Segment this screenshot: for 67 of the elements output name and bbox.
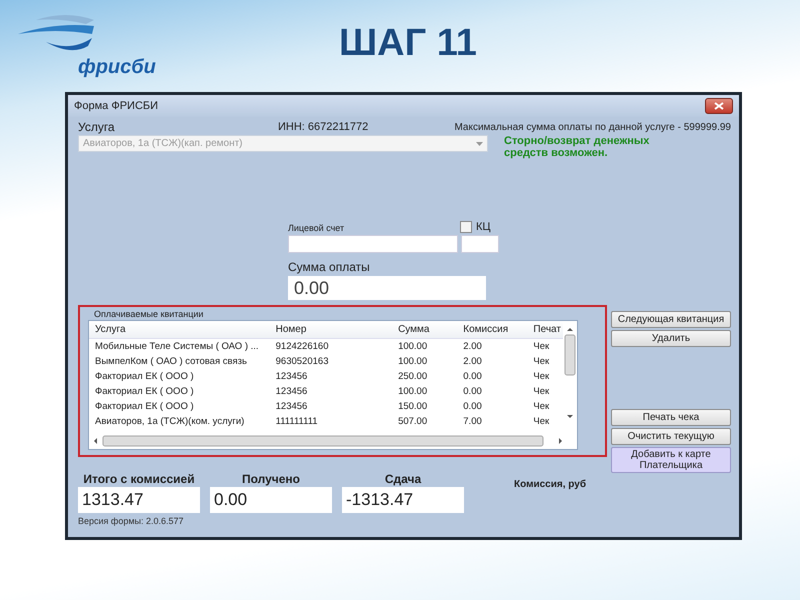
total-label: Получено — [242, 473, 300, 486]
commission-label: Комиссия, руб — [514, 479, 586, 490]
field-label: Лицевой счет — [288, 223, 346, 233]
table-cell-text: Чек — [532, 356, 550, 367]
slide-title: ШАГ 11 — [339, 22, 477, 65]
table-cell-text: Авиаторов, 1а (ТСЖ)(ком. услуги) — [94, 416, 246, 427]
table-cell-text: 250.00 — [397, 371, 428, 382]
close-icon — [714, 102, 724, 110]
table-cell-text: 100.00 — [397, 341, 428, 352]
table-cell-text: 2.00 — [462, 341, 483, 352]
table-cell-text: Чек — [532, 416, 550, 427]
group-title: Оплачиваемые квитанции — [94, 309, 204, 320]
logo-text: фрисби — [78, 56, 156, 79]
table-cell-text: Чек — [532, 386, 550, 397]
table-cell-text: 150.00 — [397, 401, 428, 412]
account-field[interactable] — [288, 235, 458, 253]
table-cell-text: 0.00 — [462, 386, 483, 397]
form-button[interactable]: Очистить текущую — [611, 428, 731, 445]
form-button[interactable]: Добавить к карте Плательщика — [611, 447, 731, 473]
inn-text: ИНН: 6672211772 — [278, 121, 370, 133]
table-cell-text: Чек — [532, 341, 550, 352]
column-header[interactable]: Номер — [270, 324, 392, 335]
kc-checkbox[interactable] — [460, 221, 472, 233]
table-cell-text: 2.00 — [462, 356, 483, 367]
table-cell-text: 100.00 — [397, 356, 428, 367]
form-button[interactable]: Удалить — [611, 330, 731, 347]
table-cell-text: 0.00 — [462, 371, 483, 382]
field-label: Сумма оплаты — [288, 260, 371, 274]
table-cell-text: 123456 — [274, 371, 308, 382]
column-header[interactable]: Комиссия — [457, 324, 528, 335]
table-cell-text: Факториал ЕК ( ООО ) — [94, 371, 195, 382]
close-button[interactable] — [705, 98, 733, 114]
total-label: Сдача — [384, 473, 422, 486]
refund-note: Сторно/возврат денежных средств возможен. — [504, 135, 650, 159]
table-cell-text: 111111111 — [274, 416, 319, 427]
table-cell-text: 7.00 — [462, 416, 483, 427]
table-cell-text: 0.00 — [462, 401, 483, 412]
table-cell-text: ВымпелКом ( ОАО ) сотовая связь — [94, 356, 248, 367]
total-field: 1313.47 — [78, 487, 200, 513]
table-cell-text: 507.00 — [397, 416, 428, 427]
column-header[interactable]: Услуга — [89, 324, 270, 335]
table-cell-text: Чек — [532, 371, 550, 382]
table-cell-text: 123456 — [274, 401, 308, 412]
table-cell-text: 9630520163 — [274, 356, 330, 367]
table-cell-text: Факториал ЕК ( ООО ) — [94, 401, 195, 412]
total-label: Итого с комиссией — [83, 473, 195, 486]
payment-field[interactable]: 0.00 — [288, 276, 486, 300]
window-title: Форма ФРИСБИ — [74, 100, 158, 112]
total-field: 0.00 — [210, 487, 332, 513]
field-label: Услуга — [78, 120, 116, 134]
table-cell-text: Мобильные Теле Системы ( ОАО ) ... — [94, 341, 260, 352]
kc-field[interactable] — [461, 235, 499, 253]
table-cell-text: 9124226160 — [274, 341, 330, 352]
total-field: -1313.47 — [342, 487, 464, 513]
column-header[interactable]: Печат — [527, 324, 563, 335]
version-text: Версия формы: 2.0.6.577 — [78, 516, 185, 526]
form-button[interactable]: Следующая квитанция — [611, 311, 731, 328]
caret-icon — [476, 142, 483, 146]
column-header[interactable]: Сумма — [392, 324, 458, 335]
form-button[interactable]: Печать чека — [611, 409, 731, 426]
table-cell-text: 100.00 — [397, 386, 428, 397]
max-sum-text: Максимальная сумма оплаты по данной услуге - 599999.99 — [454, 122, 731, 132]
logo-swoosh-icon — [16, 12, 96, 52]
table-cell-text: 123456 — [274, 386, 308, 397]
checkbox-label: КЦ — [476, 221, 491, 233]
table-cell-text: Факториал ЕК ( ООО ) — [94, 386, 195, 397]
table-cell-text: Чек — [532, 401, 550, 412]
